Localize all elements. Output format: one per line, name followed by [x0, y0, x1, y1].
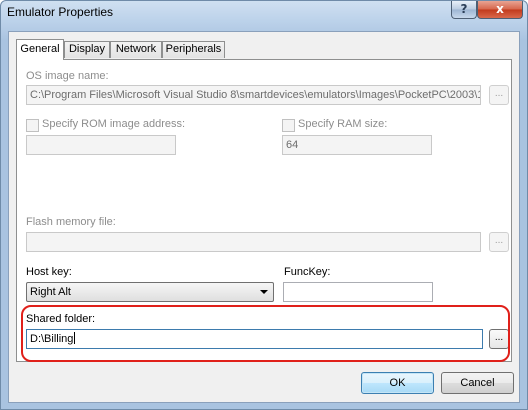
host-key-selected-value: Right Alt: [30, 286, 71, 298]
general-tab-panel: OS image name: C:\Program Files\Microsof…: [16, 59, 512, 362]
ellipsis-icon: ...: [494, 88, 504, 99]
emulator-properties-dialog: Emulator Properties ? x General Display …: [0, 0, 528, 410]
tab-display[interactable]: Display: [64, 41, 110, 58]
title-bar[interactable]: Emulator Properties ? x: [1, 1, 527, 25]
ram-size-field[interactable]: 64: [282, 135, 432, 155]
host-key-dropdown[interactable]: Right Alt: [26, 282, 274, 302]
flash-memory-browse-button[interactable]: ...: [489, 232, 509, 252]
ellipsis-icon: ...: [494, 235, 504, 246]
shared-folder-browse-button[interactable]: ...: [489, 329, 509, 349]
tab-peripherals[interactable]: Peripherals: [162, 41, 225, 58]
os-image-browse-button[interactable]: ...: [489, 85, 509, 105]
os-image-field[interactable]: C:\Program Files\Microsoft Visual Studio…: [26, 85, 481, 105]
ellipsis-icon: ...: [494, 332, 504, 343]
close-button[interactable]: x: [477, 1, 523, 19]
text-cursor: [74, 332, 76, 344]
flash-memory-field[interactable]: [26, 232, 481, 252]
host-key-label: Host key:: [26, 266, 72, 278]
ram-size-checkbox[interactable]: [282, 119, 295, 132]
chevron-down-icon: [260, 290, 268, 294]
tab-general[interactable]: General: [16, 39, 64, 60]
window-title: Emulator Properties: [7, 5, 114, 19]
ram-size-label: Specify RAM size:: [298, 118, 388, 130]
rom-address-label: Specify ROM image address:: [42, 118, 186, 130]
func-key-label: FuncKey:: [284, 266, 331, 278]
shared-folder-field[interactable]: D:\Billing: [26, 329, 483, 349]
shared-folder-label: Shared folder:: [26, 313, 96, 325]
help-button[interactable]: ?: [451, 1, 477, 19]
close-icon: x: [496, 2, 504, 16]
cancel-button[interactable]: Cancel: [441, 372, 514, 394]
ok-button[interactable]: OK: [361, 372, 434, 394]
flash-memory-label: Flash memory file:: [26, 216, 116, 228]
rom-address-field[interactable]: [26, 135, 176, 155]
shared-folder-value: D:\Billing: [30, 333, 74, 345]
help-icon: ?: [460, 2, 468, 16]
tab-network[interactable]: Network: [110, 41, 162, 58]
rom-address-checkbox[interactable]: [26, 119, 39, 132]
os-image-label: OS image name:: [26, 70, 109, 82]
dialog-client-area: General Display Network Peripherals OS i…: [8, 31, 520, 403]
func-key-field[interactable]: [283, 282, 433, 302]
